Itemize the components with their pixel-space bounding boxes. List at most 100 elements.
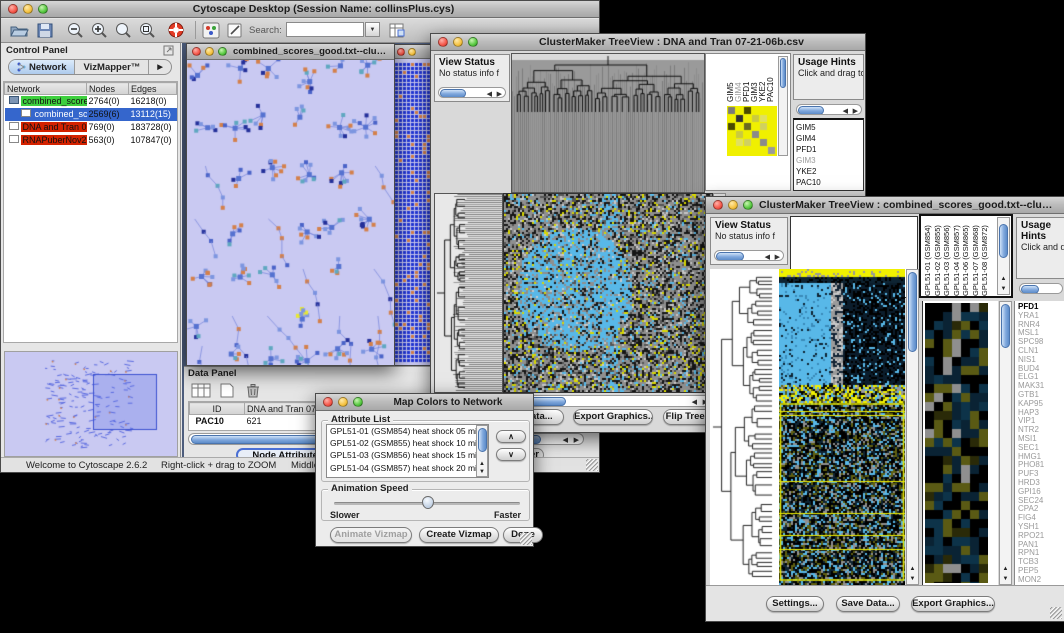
tv1-row-label[interactable]: PAC10 [796,177,863,188]
tv1-row-dendrogram[interactable] [434,193,503,393]
help-lifesaver-icon[interactable] [166,21,186,40]
network-row[interactable]: DNA and Tran 07769(0)183728(0) [5,121,177,134]
tv2-button-settings[interactable]: Settings... [766,596,824,612]
tv1-button-export-graphics[interactable]: Export Graphics... [573,409,653,425]
scroll-down-icon[interactable]: ▼ [998,286,1009,292]
resize-grip[interactable] [1050,607,1062,619]
minimize-icon[interactable] [338,397,348,407]
speed-slider-thumb[interactable] [422,496,434,509]
save-icon[interactable] [35,21,55,40]
tv2-column-label[interactable]: GPL51-04 (GSM857) [952,218,962,296]
tv2-row-dendrogram[interactable] [710,269,779,585]
treeview1-titlebar[interactable]: ClusterMaker TreeView : DNA and Tran 07-… [431,34,865,51]
tv1-correlation-matrix[interactable] [727,106,777,156]
table-icon[interactable] [190,382,212,399]
zoom-window-icon[interactable] [743,200,753,210]
network-canvas[interactable] [187,60,394,365]
minimize-icon[interactable] [453,37,463,47]
tab-network[interactable]: Network [9,60,75,74]
treeview2-titlebar[interactable]: ClusterMaker TreeView : combined_scores_… [706,197,1064,214]
create-vizmap-button[interactable]: Create Vizmap [419,527,499,543]
tv1-label-vscroll[interactable] [778,56,788,156]
new-document-icon[interactable] [216,382,238,399]
scroll-right-icon[interactable]: ▶ [775,253,781,261]
col-edges[interactable]: Edges [129,83,177,95]
search-input[interactable] [286,22,364,37]
zoom-window-icon[interactable] [353,397,363,407]
tv2-labels-vscroll[interactable]: ▲ ▼ [997,217,1010,295]
tv1-row-label[interactable]: PFD1 [796,144,863,155]
close-icon[interactable] [8,4,18,14]
tv2-detail-heatmap[interactable] [925,303,988,583]
float-panel-icon[interactable] [163,45,174,56]
tv1-row-label[interactable]: YKE2 [796,166,863,177]
scroll-left-icon[interactable]: ◀ [487,90,493,98]
close-icon[interactable] [192,47,201,56]
col-network[interactable]: Network [5,83,87,95]
attribute-list-item[interactable]: GPL51-04 (GSM857) heat shock 20 min [327,462,488,474]
tv2-heatmap-vscroll[interactable]: ▲ ▼ [906,269,919,585]
tv2-column-label[interactable]: GPL51-07 (GSM868) [971,218,981,296]
attribute-list-vscroll[interactable]: ▲ ▼ [476,425,488,477]
zoom-window-icon[interactable] [38,4,48,14]
tv1-hints-scrollbar[interactable]: ◀ ▶ [796,104,862,115]
close-icon[interactable] [323,397,333,407]
col-id[interactable]: ID [190,403,245,415]
tv2-gene-label[interactable]: MON2 [1018,576,1064,585]
scroll-up-icon[interactable]: ▲ [907,566,918,572]
scroll-left-icon[interactable]: ◀ [563,436,569,444]
tv1-column-label[interactable]: YKE2 [758,56,766,102]
tv2-status-scrollbar[interactable]: ◀ ▶ [714,250,784,261]
zoom-out-icon[interactable] [65,21,85,40]
scroll-up-icon[interactable]: ▲ [1000,566,1011,572]
tab-overflow[interactable]: ▶ [149,60,170,74]
search-dropdown-icon[interactable]: ▼ [365,22,380,37]
attribute-list-item[interactable]: GPL51-01 (GSM854) heat shock 05 min [327,425,488,437]
tv1-row-label[interactable]: GIM3 [796,155,863,166]
move-up-button[interactable]: ∧ [496,430,526,443]
tv1-column-label[interactable]: PFD1 [742,56,750,102]
attribute-list-item[interactable]: GPL51-03 (GSM856) heat shock 15 min [327,449,488,461]
tv1-column-label[interactable]: PAC10 [766,56,774,102]
attribute-list-item[interactable]: GPL51-06 (GSM865) heat shock 40 min [327,474,488,478]
network-view-titlebar[interactable]: combined_scores_good.txt--cluste... [187,44,394,60]
tv2-button-save-data[interactable]: Save Data... [836,596,900,612]
scroll-down-icon[interactable]: ▼ [477,469,487,475]
tv2-column-label[interactable]: GPL51-08 (GSM872) [980,218,990,296]
tv1-heatmap[interactable] [503,193,713,393]
tv1-column-label[interactable]: GIM3 [750,56,758,102]
minimize-icon[interactable] [408,48,416,56]
minimize-icon[interactable] [728,200,738,210]
tv1-heatmap-hscroll[interactable]: ◀ ▶ [503,395,713,407]
scroll-left-icon[interactable]: ◀ [765,253,771,261]
minimize-icon[interactable] [205,47,214,56]
tv2-heatmap[interactable] [779,269,905,585]
col-nodes[interactable]: Nodes [87,83,129,95]
tab-vizmapper[interactable]: VizMapper™ [75,60,149,74]
move-down-button[interactable]: ∨ [496,448,526,461]
main-titlebar[interactable]: Cytoscape Desktop (Session Name: collins… [1,1,599,18]
scroll-left-icon[interactable]: ◀ [692,398,698,406]
tv2-column-label[interactable]: GPL51-01 (GSM854) [923,218,933,296]
scroll-right-icon[interactable]: ▶ [853,107,859,115]
tv2-detail-vscroll[interactable]: ▲ ▼ [999,301,1012,585]
network-row[interactable]: combined_scores_2764(0)16218(0) [5,95,177,108]
zoom-selected-icon[interactable] [137,21,157,40]
tv2-hints-scrollbar[interactable] [1019,283,1063,294]
zoom-window-icon[interactable] [468,37,478,47]
resize-grip[interactable] [520,533,532,545]
tv2-column-label[interactable]: GPL51-06 (GSM865) [961,218,971,296]
tv1-column-dendrogram[interactable] [511,53,705,193]
minimize-icon[interactable] [23,4,33,14]
close-icon[interactable] [438,37,448,47]
scroll-left-icon[interactable]: ◀ [843,107,849,115]
zoom-window-icon[interactable] [218,47,227,56]
close-icon[interactable] [713,200,723,210]
scroll-down-icon[interactable]: ▼ [907,576,918,582]
map-dialog-titlebar[interactable]: Map Colors to Network [316,394,533,411]
tv1-row-label[interactable]: GIM4 [796,133,863,144]
tv2-button-export-graphics[interactable]: Export Graphics... [911,596,995,612]
tv1-column-label[interactable]: GIM4 [734,56,742,102]
tv1-row-label[interactable]: GIM5 [796,122,863,133]
vizmapper-icon[interactable] [201,21,221,40]
